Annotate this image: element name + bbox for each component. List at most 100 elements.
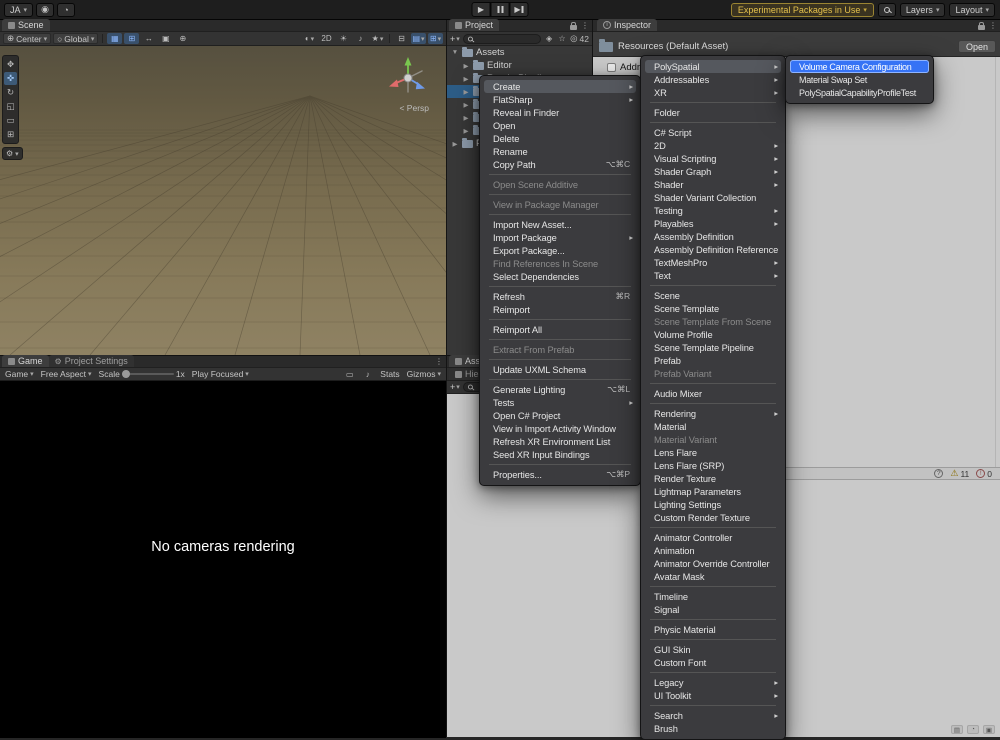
kebab-menu-icon[interactable]: ⋮ — [581, 21, 589, 30]
menu-item-copy-path[interactable]: Copy Path⌥⌘C — [484, 158, 636, 171]
effects-dropdown[interactable]: ★▾ — [370, 33, 385, 44]
camera-settings-icon[interactable]: ⊟ — [394, 33, 409, 44]
gizmos-dropdown[interactable]: ⊞▾ — [428, 33, 443, 44]
menu-item-material-swap-set[interactable]: Material Swap Set — [790, 73, 929, 86]
project-search-input[interactable] — [463, 34, 541, 44]
menu-item-refresh[interactable]: Refresh⌘R — [484, 290, 636, 303]
menu-item-volume-camera-configuration[interactable]: Volume Camera Configuration — [790, 60, 929, 73]
activity-icon[interactable]: ◔ — [967, 725, 979, 734]
tab-project[interactable]: Project — [449, 19, 499, 31]
menu-item-brush[interactable]: Brush — [645, 722, 781, 735]
menu-item-prefab[interactable]: Prefab — [645, 354, 781, 367]
menu-item-scene-template-pipeline[interactable]: Scene Template Pipeline — [645, 341, 781, 354]
menu-item-assembly-definition-reference[interactable]: Assembly Definition Reference — [645, 243, 781, 256]
menu-item-update-uxml-schema[interactable]: Update UXML Schema — [484, 363, 636, 376]
kebab-menu-icon[interactable]: ⋮ — [989, 21, 997, 30]
experimental-packages-button[interactable]: Experimental Packages in Use ▾ — [731, 3, 874, 17]
menu-item-volume-profile[interactable]: Volume Profile — [645, 328, 781, 341]
expand-arrow-icon[interactable]: ▶ — [462, 114, 470, 122]
perspective-label[interactable]: < Persp — [399, 103, 429, 113]
transform-tool-icon[interactable]: ⊞ — [4, 128, 17, 141]
menu-item-search[interactable]: Search▸ — [645, 709, 781, 722]
tab-scene[interactable]: Scene — [2, 19, 50, 31]
help-status[interactable]: ? — [934, 469, 943, 478]
menu-item-animation[interactable]: Animation — [645, 544, 781, 557]
maximize-icon[interactable]: ▭ — [342, 369, 357, 380]
account-menu-button[interactable]: JA ▾ — [4, 3, 33, 17]
menu-item-tests[interactable]: Tests▸ — [484, 396, 636, 409]
history-icon-button[interactable]: ◔ — [57, 3, 75, 17]
scene-viewport[interactable]: ✥ ✜ ↻ ◱ ▭ ⊞ ⚙ ▾ — [0, 46, 446, 355]
menu-item-scene[interactable]: Scene — [645, 289, 781, 302]
snap-scale-icon[interactable]: ⊕ — [175, 33, 190, 44]
orientation-dropdown[interactable]: ○ Global ▾ — [53, 33, 98, 44]
search-by-label-icon[interactable]: ☆ — [557, 33, 567, 44]
menu-item-open[interactable]: Open — [484, 119, 636, 132]
plug-icon-button[interactable]: ◉ — [36, 3, 54, 17]
pause-button[interactable] — [491, 2, 510, 17]
menu-item-lighting-settings[interactable]: Lighting Settings — [645, 498, 781, 511]
menu-item-avatar-mask[interactable]: Avatar Mask — [645, 570, 781, 583]
menu-item-delete[interactable]: Delete — [484, 132, 636, 145]
layout-dropdown[interactable]: Layout ▾ — [949, 3, 995, 17]
menu-item-create[interactable]: Create▸ — [484, 80, 636, 93]
menu-item-addressables[interactable]: Addressables▸ — [645, 73, 781, 86]
menu-item-polyspatialcapabilityprofiletest[interactable]: PolySpatialCapabilityProfileTest — [790, 86, 929, 99]
scale-slider-knob[interactable] — [122, 370, 130, 378]
menu-item-gui-skin[interactable]: GUI Skin — [645, 643, 781, 656]
tree-item-editor[interactable]: ▶Editor — [447, 59, 592, 72]
snap-increment-icon[interactable]: ⊞ — [124, 33, 139, 44]
menu-item-testing[interactable]: Testing▸ — [645, 204, 781, 217]
menu-item-textmeshpro[interactable]: TextMeshPro▸ — [645, 256, 781, 269]
snap-rotate-icon[interactable]: ▣ — [158, 33, 173, 44]
menu-item-material[interactable]: Material — [645, 420, 781, 433]
notification-icon[interactable]: ▣ — [983, 725, 995, 734]
menu-item-custom-render-texture[interactable]: Custom Render Texture — [645, 511, 781, 524]
menu-item-rendering[interactable]: Rendering▸ — [645, 407, 781, 420]
scale-slider[interactable] — [122, 373, 174, 375]
open-asset-button[interactable]: Open — [958, 40, 996, 53]
menu-item-select-dependencies[interactable]: Select Dependencies — [484, 270, 636, 283]
search-by-type-icon[interactable]: ◈ — [544, 33, 554, 44]
menu-item-properties[interactable]: Properties...⌥⌘P — [484, 468, 636, 481]
menu-item-reveal-in-finder[interactable]: Reveal in Finder — [484, 106, 636, 119]
display-dropdown[interactable]: Game ▾ — [3, 369, 36, 379]
warning-status[interactable]: ⚠ 11 — [950, 468, 969, 479]
grid-snap-icon[interactable]: ▦ — [107, 33, 122, 44]
menu-item-scene-template[interactable]: Scene Template — [645, 302, 781, 315]
console-icon[interactable]: ▤ — [951, 725, 963, 734]
tab-project-settings[interactable]: ⚙ Project Settings — [49, 355, 134, 367]
orientation-gizmo[interactable] — [382, 52, 434, 104]
menu-item-assembly-definition[interactable]: Assembly Definition — [645, 230, 781, 243]
overlay-menu-dropdown[interactable]: ▤▾ — [411, 33, 426, 44]
add-button[interactable]: +▾ — [450, 382, 460, 392]
gizmos-dropdown[interactable]: Gizmos ▾ — [405, 369, 443, 379]
scrollbar-track[interactable] — [995, 57, 996, 467]
search-button[interactable] — [878, 3, 896, 17]
rotate-tool-icon[interactable]: ↻ — [4, 86, 17, 99]
lock-icon[interactable] — [978, 25, 985, 30]
menu-item-lens-flare-srp[interactable]: Lens Flare (SRP) — [645, 459, 781, 472]
menu-item-view-in-import-activity-window[interactable]: View in Import Activity Window — [484, 422, 636, 435]
expand-arrow-icon[interactable]: ▶ — [462, 62, 470, 70]
menu-item-export-package[interactable]: Export Package... — [484, 244, 636, 257]
tab-game[interactable]: Game — [2, 355, 49, 367]
layers-dropdown[interactable]: Layers ▾ — [900, 3, 946, 17]
menu-item-rename[interactable]: Rename — [484, 145, 636, 158]
menu-item-import-package[interactable]: Import Package▸ — [484, 231, 636, 244]
menu-item-legacy[interactable]: Legacy▸ — [645, 676, 781, 689]
menu-item-animator-override-controller[interactable]: Animator Override Controller — [645, 557, 781, 570]
menu-item-custom-font[interactable]: Custom Font — [645, 656, 781, 669]
pivot-dropdown[interactable]: ⊕ Center ▾ — [3, 33, 51, 44]
menu-item-2d[interactable]: 2D▸ — [645, 139, 781, 152]
play-focus-dropdown[interactable]: Play Focused ▾ — [190, 369, 251, 379]
stats-toggle[interactable]: Stats — [378, 369, 401, 379]
menu-item-animator-controller[interactable]: Animator Controller — [645, 531, 781, 544]
hand-tool-icon[interactable]: ✥ — [4, 58, 17, 71]
menu-item-visual-scripting[interactable]: Visual Scripting▸ — [645, 152, 781, 165]
menu-item-playables[interactable]: Playables▸ — [645, 217, 781, 230]
menu-item-lightmap-parameters[interactable]: Lightmap Parameters — [645, 485, 781, 498]
expand-arrow-icon[interactable]: ▶ — [462, 101, 470, 109]
move-tool-icon[interactable]: ✜ — [4, 72, 17, 85]
expand-arrow-icon[interactable]: ▶ — [451, 140, 459, 148]
